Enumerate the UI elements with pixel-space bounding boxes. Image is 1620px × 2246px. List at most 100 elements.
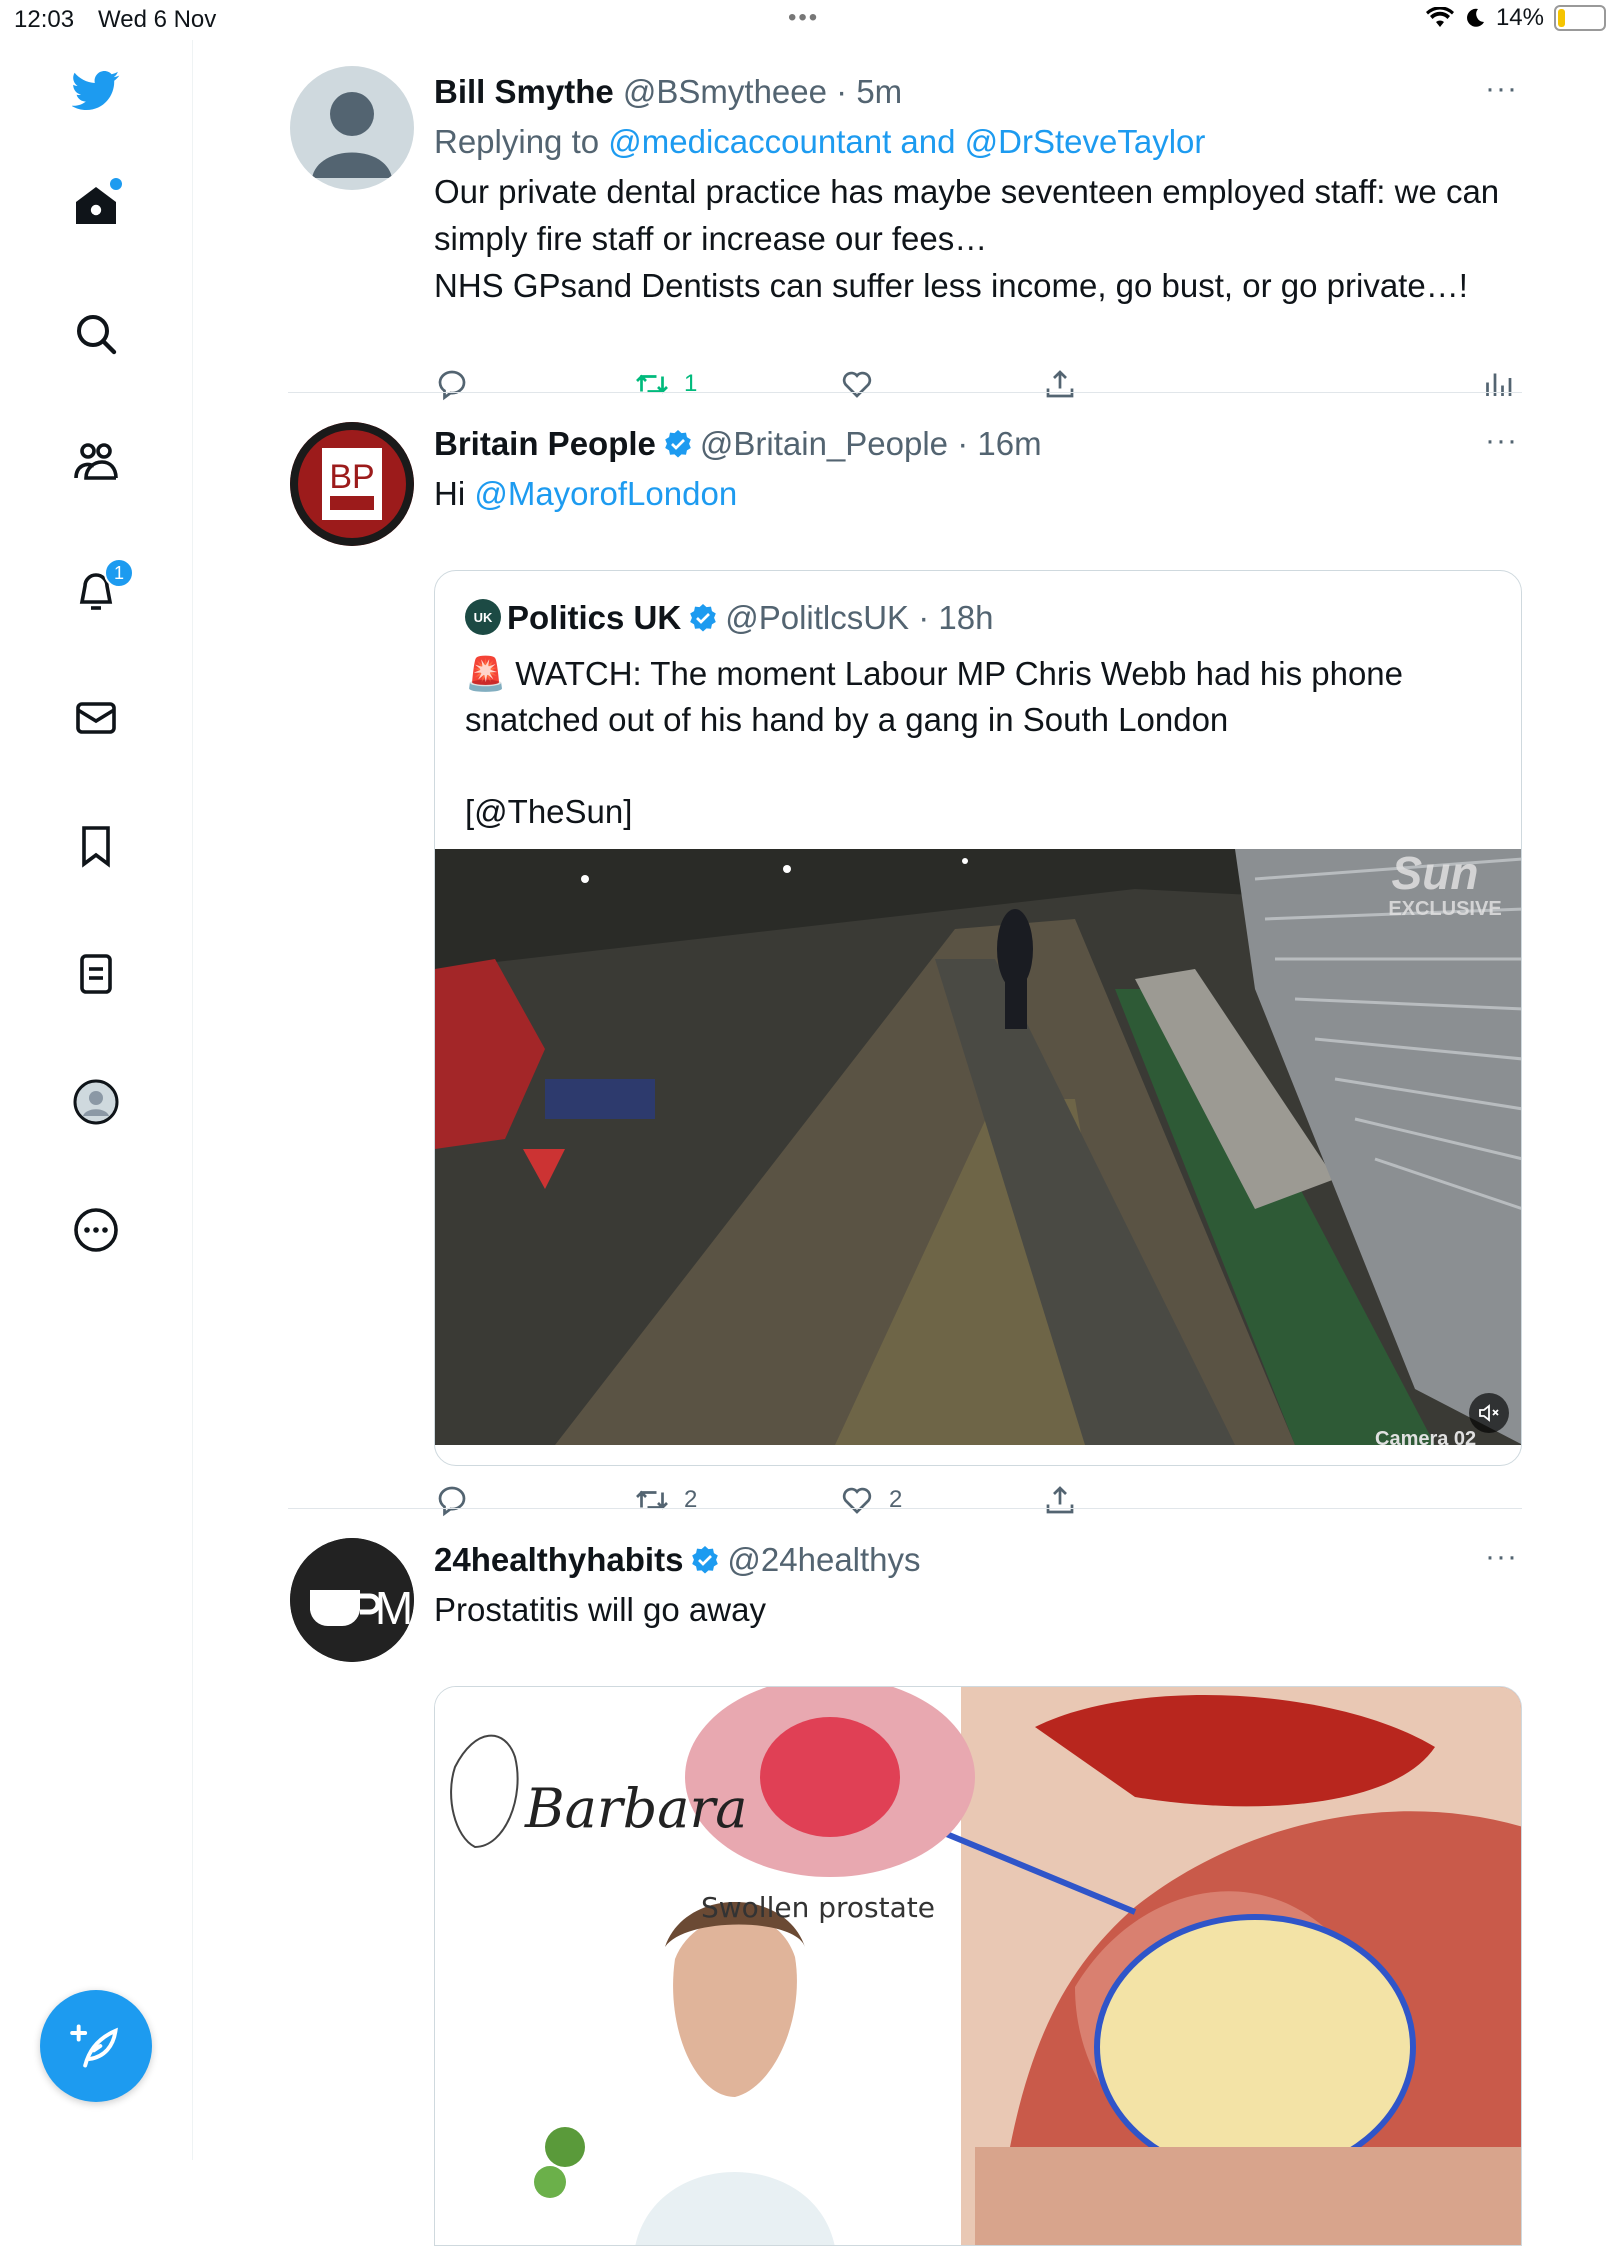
reply-button[interactable]	[434, 366, 470, 402]
share-icon	[1046, 1486, 1074, 1514]
tweet-header: Bill Smythe @BSmytheee · 5m	[434, 72, 1522, 112]
heart-icon	[842, 1487, 872, 1514]
status-bar: 12:03 Wed 6 Nov ••• 14%	[0, 0, 1620, 40]
share-icon	[1046, 370, 1074, 398]
tweet-time[interactable]: · 5m	[836, 73, 902, 110]
verified-badge-icon	[665, 430, 691, 458]
verified-badge-icon	[690, 604, 717, 632]
notifications-badge: 1	[104, 558, 134, 588]
tweet-image[interactable]: Barbara Swollen prostate	[434, 1686, 1522, 2246]
retweet-count: 2	[684, 1486, 698, 1513]
retweet-icon	[636, 1490, 668, 1510]
reply-icon	[438, 370, 466, 401]
like-button[interactable]: 2	[839, 1482, 902, 1518]
video-camera-caption: Camera 02	[1375, 1428, 1476, 1445]
more-options-icon[interactable]: ···	[1485, 72, 1518, 106]
image-signature: Barbara	[524, 1777, 747, 1840]
verified-badge-icon	[692, 1546, 719, 1574]
author-handle[interactable]: @24healthys	[727, 1541, 920, 1578]
author-handle[interactable]: @Britain_People	[700, 425, 948, 462]
avatar[interactable]	[290, 66, 414, 190]
analytics-button[interactable]	[1480, 366, 1516, 402]
mute-button[interactable]	[1469, 1393, 1509, 1433]
home-new-dot	[110, 178, 122, 190]
home-icon[interactable]	[70, 178, 122, 232]
quoted-text-source: [@TheSun]	[465, 793, 633, 830]
share-button[interactable]	[1042, 366, 1078, 402]
video-player[interactable]: Sun EXCLUSIVE Camera 02	[435, 849, 1521, 1445]
mute-icon	[1479, 1404, 1499, 1422]
tweet-time[interactable]: · 16m	[957, 425, 1041, 462]
tweet-text: Hi @MayorofLondon	[434, 470, 1522, 517]
moon-icon	[1467, 8, 1484, 27]
quoted-tweet-header: UK Politics UK @PolitlcsUK · 18h	[465, 599, 993, 637]
more-circle-icon[interactable]	[70, 1204, 122, 1256]
wifi-icon	[1425, 7, 1454, 27]
avatar-text: BP	[329, 458, 374, 496]
avatar-text: M	[375, 1582, 413, 1634]
bookmarks-icon[interactable]	[70, 820, 122, 872]
tweet-text-line: Our private dental practice has maybe se…	[434, 173, 1500, 257]
image-label: Swollen prostate	[701, 1891, 935, 1924]
like-count: 2	[889, 1486, 903, 1513]
replying-mentions[interactable]: @medicaccountant and @DrSteveTaylor	[608, 123, 1205, 160]
quoted-avatar-text: UK	[474, 610, 493, 625]
quoted-text-body: 🚨 WATCH: The moment Labour MP Chris Webb…	[465, 655, 1404, 738]
video-frame: Sun EXCLUSIVE Camera 02	[435, 849, 1521, 1445]
replying-label: Replying to	[434, 123, 600, 160]
quoted-tweet[interactable]: UK Politics UK @PolitlcsUK · 18h 🚨 WATCH: …	[434, 570, 1522, 1466]
tweet-image-art: Barbara Swollen prostate	[435, 1687, 1521, 2245]
tweet-divider	[288, 1508, 1522, 1509]
tweet-text-prefix: Hi	[434, 475, 466, 512]
tweet-actions: 1	[434, 366, 1522, 410]
multitask-dots-icon[interactable]: •••	[788, 4, 819, 32]
notifications-bell-icon[interactable]: 1	[70, 558, 134, 616]
like-button[interactable]	[839, 366, 875, 402]
compose-tweet-button[interactable]	[40, 1990, 152, 2102]
author-handle[interactable]: @BSmytheee	[623, 73, 827, 110]
heart-icon	[842, 371, 872, 398]
status-date: Wed 6 Nov	[98, 6, 217, 33]
twitter-logo-icon[interactable]	[70, 64, 122, 116]
mention-link[interactable]: @MayorofLondon	[474, 475, 737, 512]
more-options-icon[interactable]: ···	[1485, 424, 1518, 458]
more-options-icon[interactable]: ···	[1485, 1540, 1518, 1574]
battery-icon	[1554, 5, 1606, 31]
quoted-avatar[interactable]: UK	[465, 599, 501, 635]
video-overlay-logo: Sun	[1392, 849, 1479, 899]
quoted-author-handle[interactable]: @PolitlcsUK	[725, 599, 909, 636]
retweet-count: 1	[684, 370, 698, 397]
search-icon[interactable]	[70, 308, 122, 360]
tweet-text: Prostatitis will go away	[434, 1591, 766, 1628]
author-name[interactable]: 24healthyhabits	[434, 1541, 683, 1578]
sidebar: 1	[0, 40, 193, 2160]
avatar[interactable]: BP	[290, 422, 414, 546]
tweet-header: 24healthyhabits @24healthys	[434, 1540, 1522, 1580]
battery-percent: 14%	[1495, 4, 1544, 31]
highlight-circle	[1094, 1914, 1416, 2180]
tweet-header: Britain People @Britain_People · 16m	[434, 424, 1522, 464]
messages-icon[interactable]	[70, 692, 122, 744]
tweet-text: Our private dental practice has maybe se…	[434, 168, 1522, 309]
quoted-tweet-text: 🚨 WATCH: The moment Labour MP Chris Webb…	[465, 651, 1495, 835]
lists-icon[interactable]	[70, 948, 122, 1000]
communities-icon[interactable]	[70, 436, 122, 488]
author-name[interactable]: Britain People	[434, 425, 656, 462]
reply-button[interactable]	[434, 1482, 470, 1518]
profile-avatar-icon[interactable]	[70, 1076, 122, 1128]
author-name[interactable]: Bill Smythe	[434, 73, 614, 110]
quoted-author-name[interactable]: Politics UK	[507, 599, 681, 636]
replying-to: Replying to @medicaccountant and @DrStev…	[434, 122, 1522, 162]
retweet-button[interactable]: 2	[634, 1482, 697, 1518]
analytics-icon	[1486, 373, 1512, 396]
avatar[interactable]: M	[290, 1538, 414, 1662]
reply-icon	[438, 1486, 466, 1517]
tweet-actions: 2 2	[434, 1482, 1522, 1526]
retweet-button[interactable]: 1	[634, 366, 697, 402]
tweet-divider	[288, 392, 1522, 393]
feather-plus-icon	[70, 2024, 118, 2068]
share-button[interactable]	[1042, 1482, 1078, 1518]
video-overlay-exclusive: EXCLUSIVE	[1388, 898, 1501, 920]
tweet-text-line: NHS GPsand Dentists can suffer less inco…	[434, 267, 1468, 304]
retweet-icon	[636, 374, 668, 394]
